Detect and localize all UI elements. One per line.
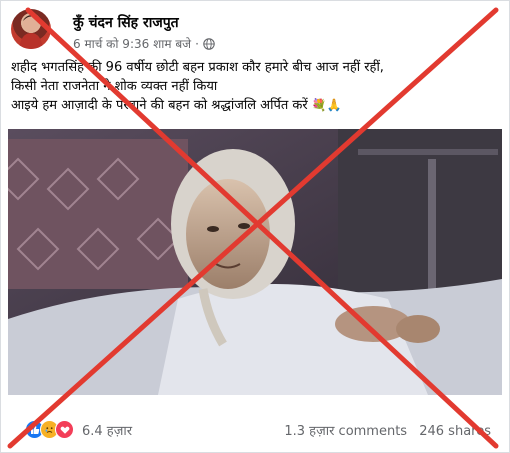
post-footer: 6.4 हज़ार 1.3 हज़ार comments 246 shares: [1, 409, 509, 449]
meta-separator: ·: [195, 36, 199, 51]
shares-count[interactable]: 246 shares: [419, 424, 491, 439]
engagement-stats: 1.3 हज़ार comments 246 shares: [276, 421, 491, 439]
post-photo[interactable]: [8, 129, 502, 395]
post-header: कुँ चंदन सिंह राजपुत 6 मार्च को 9:36 शाम…: [11, 9, 491, 53]
flowers-prayer-emoji: 💐🙏: [311, 98, 342, 112]
globe-icon[interactable]: [203, 37, 215, 50]
post-text: शहीद भगतसिंह की 96 वर्षीय छोटी बहन प्रका…: [11, 58, 503, 115]
post-text-line: आइये हम आज़ादी के परवाने की बहन को श्रद्…: [11, 96, 503, 115]
love-icon: [55, 420, 74, 439]
post-text-line: किसी नेता राजनेता ने शोक व्यक्त नहीं किय…: [11, 79, 218, 94]
reaction-count[interactable]: 6.4 हज़ार: [82, 421, 132, 439]
avatar[interactable]: [11, 9, 51, 49]
reactions-summary[interactable]: 6.4 हज़ार: [25, 420, 132, 439]
author-name[interactable]: कुँ चंदन सिंह राजपुत: [73, 13, 179, 32]
post-timestamp[interactable]: 6 मार्च को 9:36 शाम बजे: [73, 35, 191, 52]
post-meta: 6 मार्च को 9:36 शाम बजे ·: [73, 35, 215, 52]
photo-illustration: [8, 129, 502, 395]
comments-count[interactable]: 1.3 हज़ार comments: [284, 424, 407, 439]
post-text-line-content: आइये हम आज़ादी के परवाने की बहन को श्रद्…: [11, 98, 312, 113]
post-card: कुँ चंदन सिंह राजपुत 6 मार्च को 9:36 शाम…: [0, 0, 510, 453]
post-text-line: शहीद भगतसिंह की 96 वर्षीय छोटी बहन प्रका…: [11, 60, 384, 75]
